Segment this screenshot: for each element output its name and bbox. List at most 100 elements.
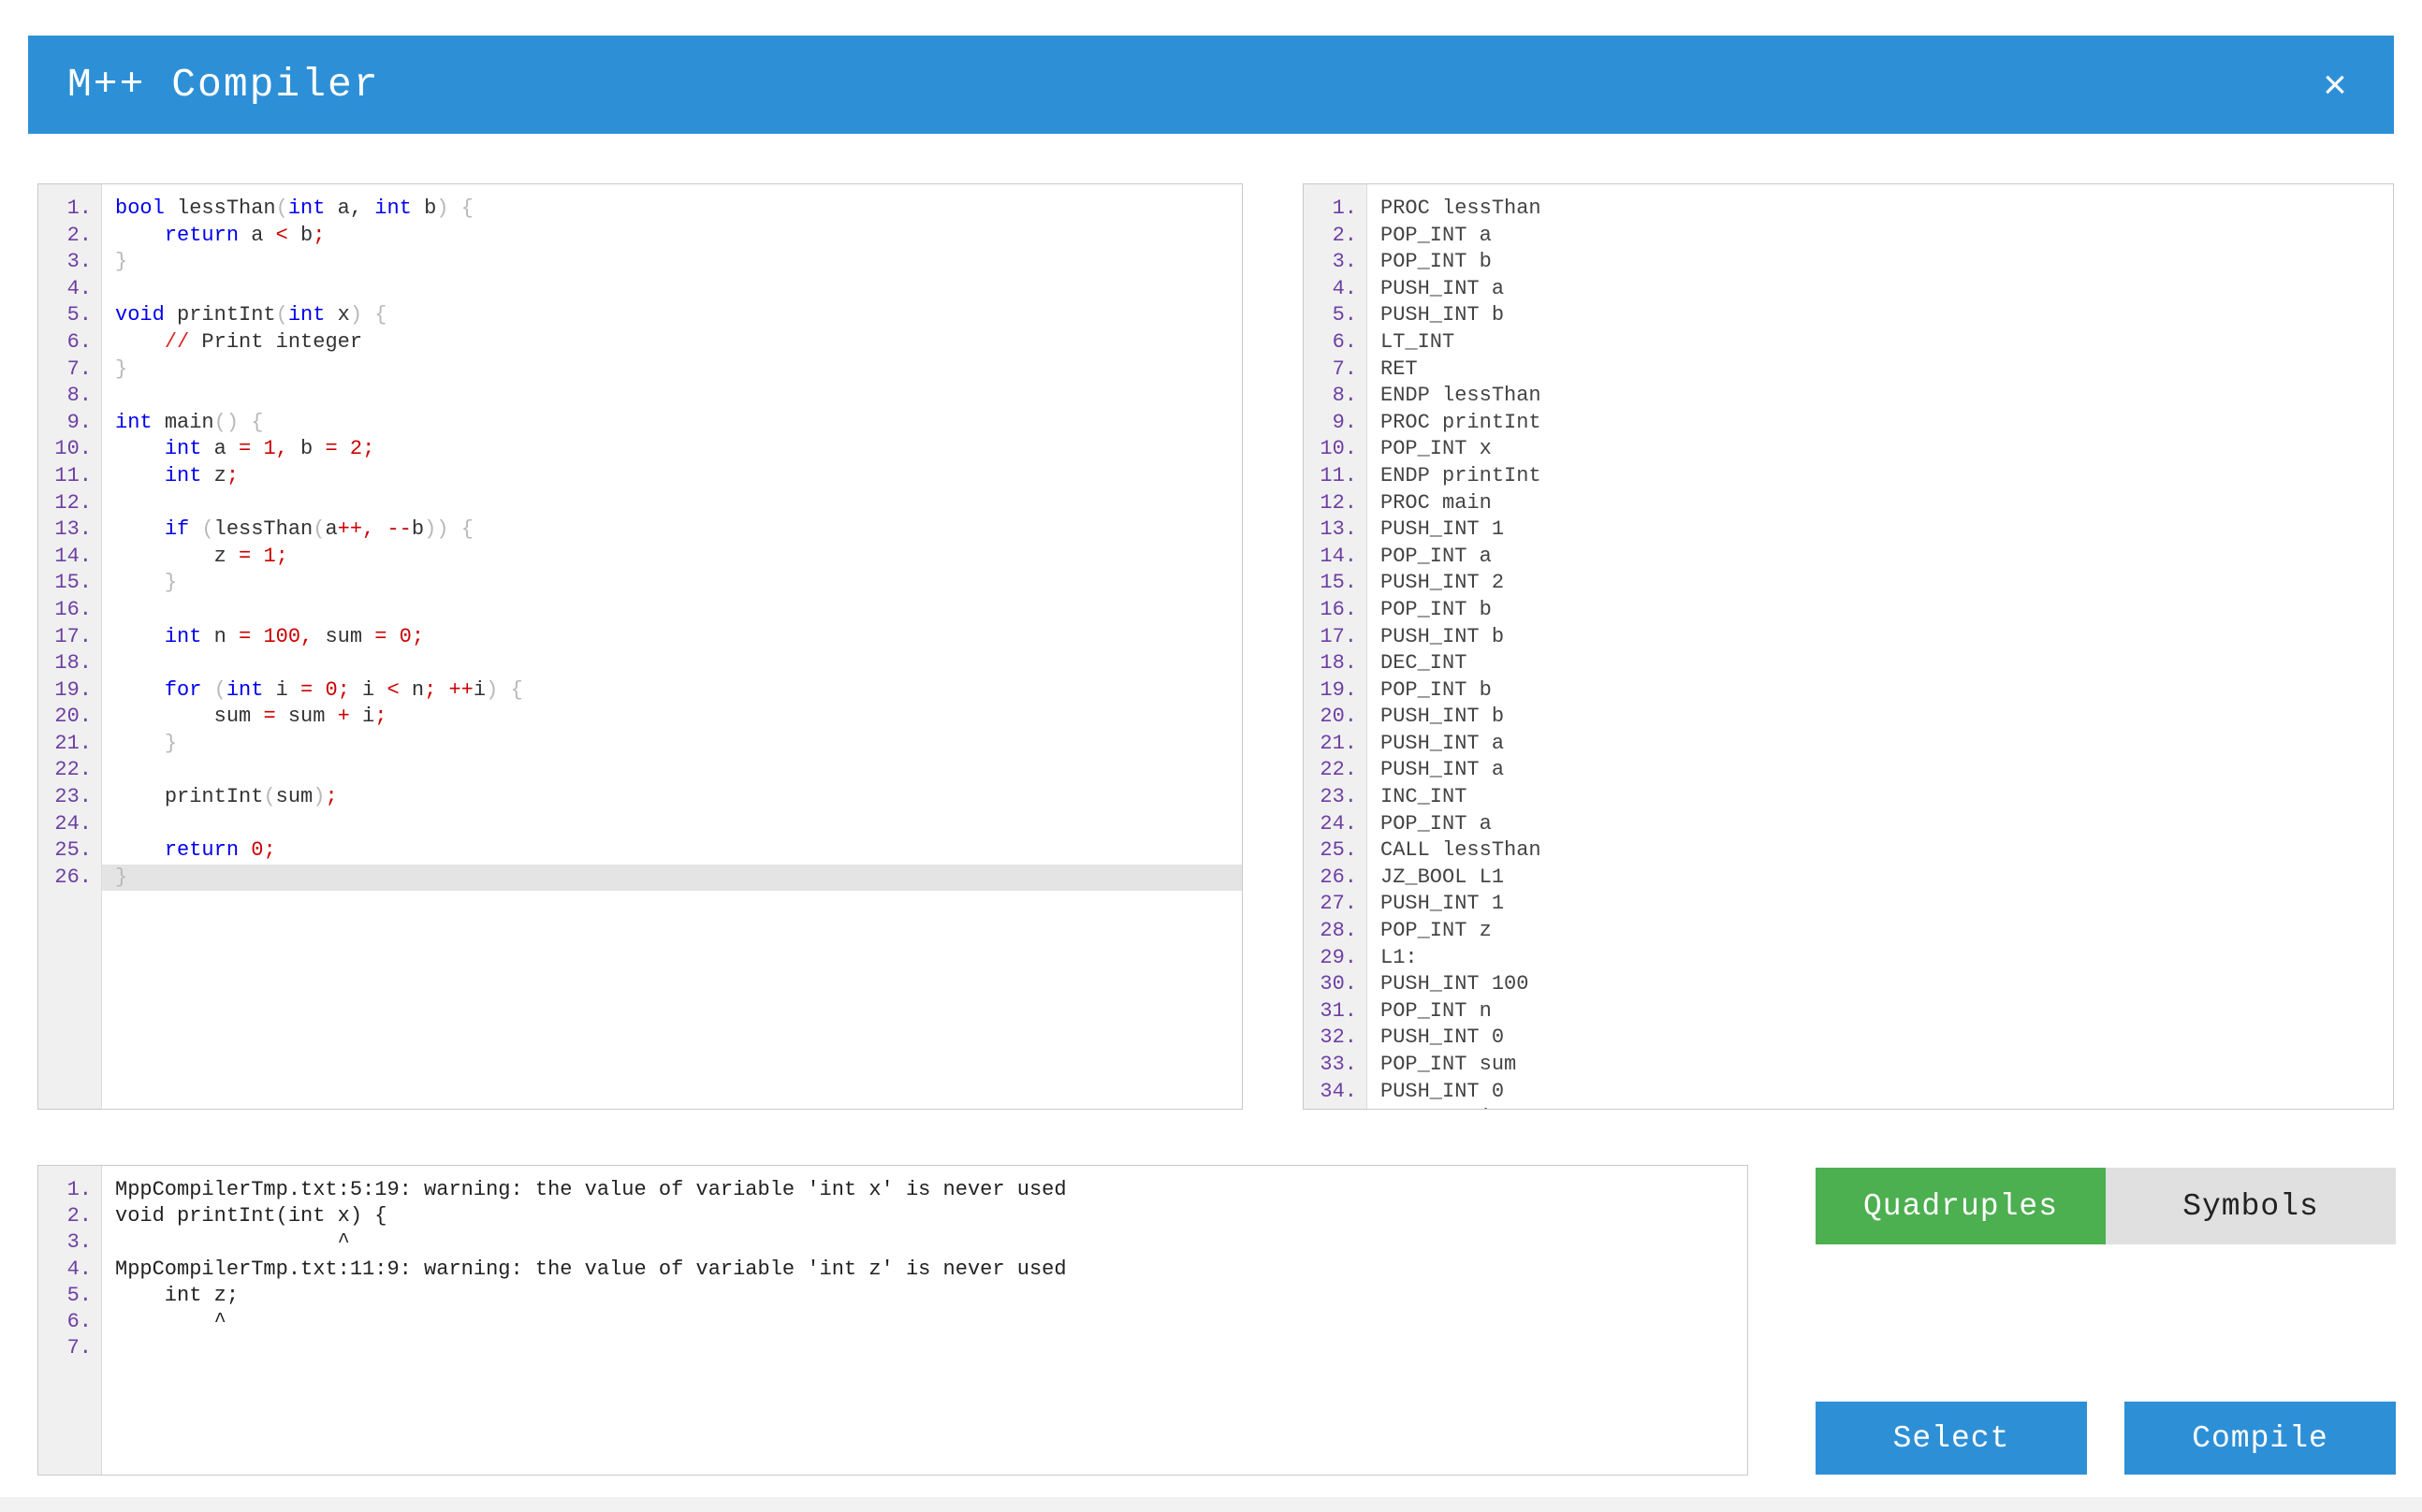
compiler-output-panel[interactable]: 1. MppCompilerTmp.txt:5:19: warning: the … (37, 1165, 1748, 1476)
code-line: 28. POP_INT z (1304, 918, 2393, 945)
line-number: 34. (1320, 1079, 1357, 1103)
line-number: 18. (54, 651, 92, 676)
line-content: return 0; (102, 837, 1242, 865)
line-number: 3. (1332, 250, 1357, 274)
line-number: 17. (54, 624, 92, 648)
line-content: POP_INT b (1380, 597, 1492, 621)
line-content: for (int i = 0; i < n; ++i) { (102, 677, 1242, 705)
tab-symbols[interactable]: Symbols (2106, 1168, 2396, 1244)
code-token: ) (436, 196, 449, 220)
line-number: 11. (54, 463, 92, 487)
code-line: 33. POP_INT sum (1304, 1052, 2393, 1079)
line-content: ENDP printInt (1380, 463, 1541, 487)
line-content: PUSH_INT b (1380, 705, 1505, 729)
quadruples-line-list: 1. PROC lessThan 2. POP_INT a 3. POP_INT b 4. P… (1304, 184, 2393, 1109)
code-token: -- (387, 517, 412, 542)
code-line: 13. if (lessThan(a++, --b)) { (38, 516, 1242, 544)
code-token: { (460, 196, 474, 220)
code-token: ; (337, 677, 350, 702)
line-number: 10. (54, 437, 92, 461)
line-number: 3. (66, 250, 92, 274)
line-content: bool lessThan(int a, int b) { (102, 196, 1242, 223)
code-token: 100 (263, 624, 301, 648)
compile-button[interactable]: Compile (2124, 1402, 2396, 1475)
line-content: PUSH_INT a (1380, 276, 1505, 300)
line-number: 3. (66, 1230, 92, 1255)
code-token: void (115, 303, 165, 327)
close-icon[interactable]: × (2310, 60, 2360, 110)
line-number: 23. (54, 785, 92, 809)
code-line: 17. int n = 100, sum = 0; (38, 624, 1242, 651)
code-token: printInt (177, 303, 276, 327)
code-line: 1. MppCompilerTmp.txt:5:19: warning: the … (38, 1177, 1747, 1203)
line-number: 20. (1320, 705, 1357, 729)
code-line: 25. CALL lessThan (1304, 837, 2393, 865)
code-token: bool (115, 196, 165, 220)
tab-quadruples[interactable]: Quadruples (1816, 1168, 2106, 1244)
code-token: ; (313, 223, 326, 247)
line-number: 12. (1320, 490, 1357, 515)
line-content (102, 1335, 1747, 1361)
code-token: = (239, 624, 252, 648)
code-line: 15. } (38, 570, 1242, 597)
line-content: PUSH_INT 100 (1380, 972, 1529, 996)
code-line: 10. POP_INT x (1304, 436, 2393, 463)
line-content: POP_INT a (1380, 811, 1492, 836)
code-line: 31. POP_INT n (1304, 998, 2393, 1025)
code-token: if (164, 517, 190, 542)
quadruples-area[interactable]: 1. PROC lessThan 2. POP_INT a 3. POP_INT b 4. P… (1304, 184, 2393, 1109)
code-line: 2. void printInt(int x) { (38, 1203, 1747, 1229)
app-window: M++ Compiler × 1. bool lessThan(int a, in… (0, 0, 2422, 1512)
line-content: JZ_BOOL L1 (1380, 865, 1505, 889)
code-token: a (201, 437, 240, 461)
line-content: POP_INT z (1380, 919, 1492, 943)
select-button[interactable]: Select (1816, 1402, 2087, 1475)
line-content: PUSH_INT 0 (1380, 1079, 1505, 1103)
source-code-panel[interactable]: 1. bool lessThan(int a, int b) {2. return… (37, 183, 1243, 1110)
code-token: z (201, 463, 226, 487)
line-content: } (102, 570, 1242, 597)
code-token: 2 (349, 437, 363, 461)
code-line: 6. ^ (38, 1309, 1747, 1335)
line-content: void printInt(int x) { (102, 302, 1242, 329)
line-number: 7. (1332, 356, 1357, 381)
source-code-area[interactable]: 1. bool lessThan(int a, int b) {2. return… (38, 184, 1242, 1109)
line-number: 4. (1332, 276, 1357, 300)
code-token: sum (115, 705, 264, 729)
line-number: 29. (1320, 945, 1357, 969)
line-number: 32. (1320, 1025, 1357, 1050)
line-number: 30. (1320, 972, 1357, 996)
code-line: 10. int a = 1, b = 2; (38, 436, 1242, 463)
code-token: < (387, 677, 400, 702)
line-number: 6. (66, 1309, 92, 1333)
code-token: } (115, 250, 128, 274)
line-content: CALL lessThan (1380, 838, 1541, 863)
line-number: 7. (66, 1336, 92, 1360)
line-content: if (lessThan(a++, --b)) { (102, 516, 1242, 544)
line-content: PROC lessThan (1380, 196, 1541, 220)
line-number: 26. (54, 865, 92, 889)
line-number: 15. (1320, 571, 1357, 595)
code-token: , (275, 437, 288, 461)
quadruples-panel[interactable]: 1. PROC lessThan 2. POP_INT a 3. POP_INT b 4. P… (1303, 183, 2394, 1110)
line-number: 8. (1332, 384, 1357, 408)
code-line: 19. for (int i = 0; i < n; ++i) { (38, 677, 1242, 705)
line-number: 19. (1320, 677, 1357, 702)
code-line: 14. z = 1; (38, 544, 1242, 571)
code-token: int (374, 196, 412, 220)
line-number: 14. (54, 544, 92, 568)
code-token: 0 (399, 624, 412, 648)
code-token: } (164, 571, 178, 595)
code-line: 4. (38, 276, 1242, 303)
code-line: 8. ENDP lessThan (1304, 383, 2393, 410)
compiler-output-area[interactable]: 1. MppCompilerTmp.txt:5:19: warning: the … (38, 1166, 1747, 1475)
line-number: 1. (1332, 196, 1357, 220)
code-line: 21. } (38, 731, 1242, 758)
code-token: int (287, 303, 326, 327)
